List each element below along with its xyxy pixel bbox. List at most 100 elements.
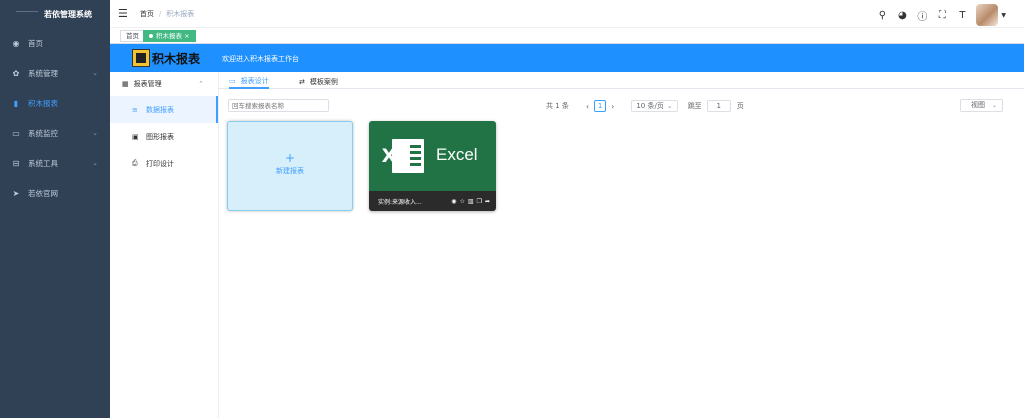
view-mode-select[interactable]: 视图 ⌄ <box>960 99 1003 112</box>
pagination-total: 共 1 条 <box>546 102 569 110</box>
sidebar-item-2[interactable]: ▮ 积木报表 <box>0 88 110 118</box>
tags-view: 首页 积木报表 × <box>110 28 1024 44</box>
dashboard-icon: ◉ <box>12 38 20 48</box>
report-search-input[interactable] <box>228 99 329 112</box>
tab-label: 报表设计 <box>240 77 269 85</box>
app-logo[interactable]: 若依管理系统 <box>0 0 110 28</box>
avatar[interactable] <box>976 4 999 26</box>
top-navbar: ☰ 首页 / 积木报表 ⚲ ◕ ⓘ ⛶ T ▼ <box>110 0 1024 28</box>
sidebar-item-label: 系统管理 <box>28 68 58 78</box>
chevron-down-icon: ⌄ <box>666 102 673 110</box>
sidebar-item-label: 积木报表 <box>28 98 58 108</box>
copy-icon[interactable]: ❐ <box>477 198 482 205</box>
logo-mark <box>16 11 38 17</box>
chevron-down-icon: ⌄ <box>991 102 997 109</box>
submenu-item-print-design[interactable]: ⎙ 打印设计 <box>110 150 218 177</box>
brand-name: 积木报表 <box>152 51 201 66</box>
goto-label: 跳至 <box>687 102 702 110</box>
sidebar: 若依管理系统 ◉ 首页 ✿ 系统管理 ⌄ ▮ 积木报表 ▭ 系统监控 ⌄ ⊟ 系统工具 ⌄ ➤ 若依官网 <box>0 0 110 418</box>
breadcrumb-separator: / <box>158 9 162 18</box>
list-icon: ≡ <box>132 105 138 114</box>
breadcrumb-current: 积木报表 <box>166 9 195 18</box>
sidebar-item-label: 若依官网 <box>28 188 58 198</box>
eye-icon[interactable]: ◉ <box>451 198 456 205</box>
toolbox-icon: ⊟ <box>12 158 20 168</box>
report-card-excel[interactable]: X Excel 实例:来源收入... ◉ ☆ ▥ ❐ ➦ <box>369 121 496 211</box>
chevron-down-icon: ⌄ <box>92 129 98 137</box>
submenu-item-chart-report[interactable]: ▣ 图形报表 <box>110 123 218 150</box>
monitor-icon: ▭ <box>229 77 236 85</box>
welcome-text: 欢迎进入积木报表工作台 <box>222 55 299 63</box>
monitor-icon: ▭ <box>12 128 20 138</box>
excel-x-letter: X <box>381 145 397 167</box>
report-card-footer: 实例:来源收入... ◉ ☆ ▥ ❐ ➦ <box>369 191 496 211</box>
star-icon[interactable]: ☆ <box>460 198 465 205</box>
page-number-current[interactable]: 1 <box>594 100 607 112</box>
trash-icon[interactable]: ▥ <box>468 198 474 205</box>
prev-page-icon[interactable]: ‹ <box>586 102 589 111</box>
main-tabs: ▭ 报表设计 ⇄ 模板案例 <box>219 72 1024 89</box>
chevron-down-icon: ⌄ <box>92 159 98 167</box>
sidebar-item-5[interactable]: ➤ 若依官网 <box>0 178 110 208</box>
picture-icon: ▣ <box>132 132 139 141</box>
submenu-group-label: 报表管理 <box>133 80 162 88</box>
chevron-down-icon: ⌄ <box>92 69 98 77</box>
page-size-value: 10 条/页 <box>636 102 664 110</box>
chevron-up-icon: ⌃ <box>198 80 204 88</box>
navbar-actions: ⚲ ◕ ⓘ ⛶ T ▼ <box>876 4 1006 26</box>
active-dot-icon <box>149 34 153 38</box>
page-unit-label: 页 <box>736 102 744 110</box>
share-icon[interactable]: ➦ <box>485 198 490 205</box>
question-icon[interactable]: ⓘ <box>916 8 928 23</box>
font-size-icon[interactable]: T <box>956 10 968 21</box>
excel-icon: X <box>378 137 424 175</box>
sidebar-item-4[interactable]: ⊟ 系统工具 ⌄ <box>0 148 110 178</box>
report-card-thumbnail[interactable]: X Excel <box>369 121 496 191</box>
blocks-icon <box>132 49 150 67</box>
sidebar-item-0[interactable]: ◉ 首页 <box>0 28 110 58</box>
submenu-item-label: 数据报表 <box>146 105 174 114</box>
printer-icon: ⎙ <box>132 159 138 167</box>
sidebar-item-label: 系统监控 <box>28 128 58 138</box>
report-banner: 积木报表 欢迎进入积木报表工作台 <box>110 44 1024 72</box>
hamburger-icon[interactable]: ☰ <box>118 7 128 20</box>
report-submenu: ▦ 报表管理 ⌃ ≡ 数据报表 ▣ 图形报表 ⎙ 打印设计 <box>110 72 219 418</box>
sidebar-item-3[interactable]: ▭ 系统监控 ⌄ <box>0 118 110 148</box>
goto-page-input[interactable]: 1 <box>706 100 731 112</box>
report-card-actions: ◉ ☆ ▥ ❐ ➦ <box>451 198 490 205</box>
tag-home[interactable]: 首页 <box>120 30 145 42</box>
excel-wordmark: Excel <box>436 145 478 164</box>
sidebar-item-label: 系统工具 <box>28 158 58 168</box>
gear-icon: ✿ <box>12 68 20 78</box>
breadcrumb: 首页 / 积木报表 <box>140 9 194 19</box>
submenu-item-label: 图形报表 <box>146 132 174 141</box>
sidebar-menu: ◉ 首页 ✿ 系统管理 ⌄ ▮ 积木报表 ▭ 系统监控 ⌄ ⊟ 系统工具 ⌄ ➤ 若依官网 <box>0 28 110 208</box>
bar-chart-icon: ▮ <box>13 98 19 108</box>
close-icon[interactable]: × <box>184 32 189 40</box>
sidebar-item-1[interactable]: ✿ 系统管理 ⌄ <box>0 58 110 88</box>
jimu-brand-logo: 积木报表 <box>132 49 200 67</box>
plus-icon: + <box>284 151 296 165</box>
sidebar-item-label: 首页 <box>28 38 43 48</box>
next-page-icon[interactable]: › <box>611 102 614 111</box>
search-icon[interactable]: ⚲ <box>876 10 888 21</box>
github-icon[interactable]: ◕ <box>896 10 908 21</box>
page-size-select[interactable]: 10 条/页 ⌄ <box>631 100 678 112</box>
fullscreen-icon[interactable]: ⛶ <box>936 10 948 21</box>
app-title: 若依管理系统 <box>44 9 92 19</box>
breadcrumb-home[interactable]: 首页 <box>140 10 154 18</box>
tag-jimu-report[interactable]: 积木报表 × <box>143 30 196 42</box>
tab-report-design[interactable]: ▭ 报表设计 <box>229 75 269 89</box>
report-card-name: 实例:来源收入... <box>378 198 422 206</box>
new-report-label: 新建报表 <box>276 167 304 175</box>
caret-down-icon[interactable]: ▼ <box>1001 12 1006 19</box>
pagination: 共 1 条 ‹ 1 › 10 条/页 ⌄ 跳至 1 页 <box>546 99 744 113</box>
new-report-card[interactable]: + 新建报表 <box>227 121 353 211</box>
submenu-group-report-management[interactable]: ▦ 报表管理 ⌃ <box>110 72 218 96</box>
tab-template-examples[interactable]: ⇄ 模板案例 <box>299 75 338 89</box>
tab-label: 模板案例 <box>309 78 338 86</box>
submenu-item-data-report[interactable]: ≡ 数据报表 <box>110 96 218 123</box>
grid-icon: ▦ <box>122 80 129 88</box>
tag-label: 积木报表 <box>156 32 182 40</box>
view-mode-label: 视图 <box>971 101 985 109</box>
